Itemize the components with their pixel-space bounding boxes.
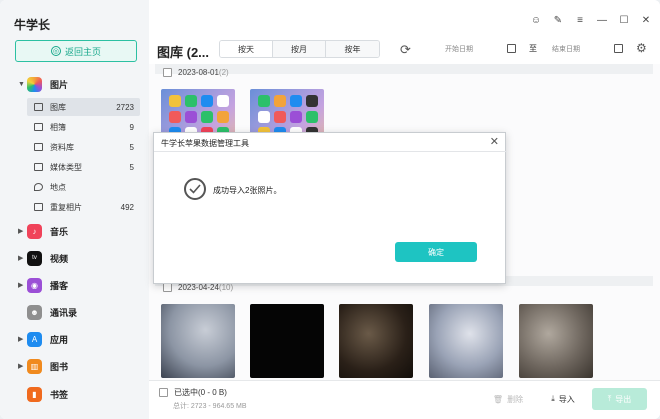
- dialog-title: 牛学长苹果数据管理工具: [161, 139, 249, 148]
- success-dialog: 牛学长苹果数据管理工具 ✕ 成功导入2张照片。 确定: [153, 132, 507, 284]
- close-icon[interactable]: ✕: [490, 135, 499, 148]
- confirm-button[interactable]: 确定: [395, 242, 477, 262]
- checkmark-icon: [184, 178, 206, 200]
- dialog-message: 成功导入2张照片。: [213, 186, 282, 195]
- app-window: 牛学长 ◎ 返回主页 ▼ 图片 图库 2723 相簿 9 资料库 5 媒体类型: [0, 0, 660, 419]
- divider: [154, 151, 507, 152]
- modal-overlay: 牛学长苹果数据管理工具 ✕ 成功导入2张照片。 确定: [0, 0, 660, 419]
